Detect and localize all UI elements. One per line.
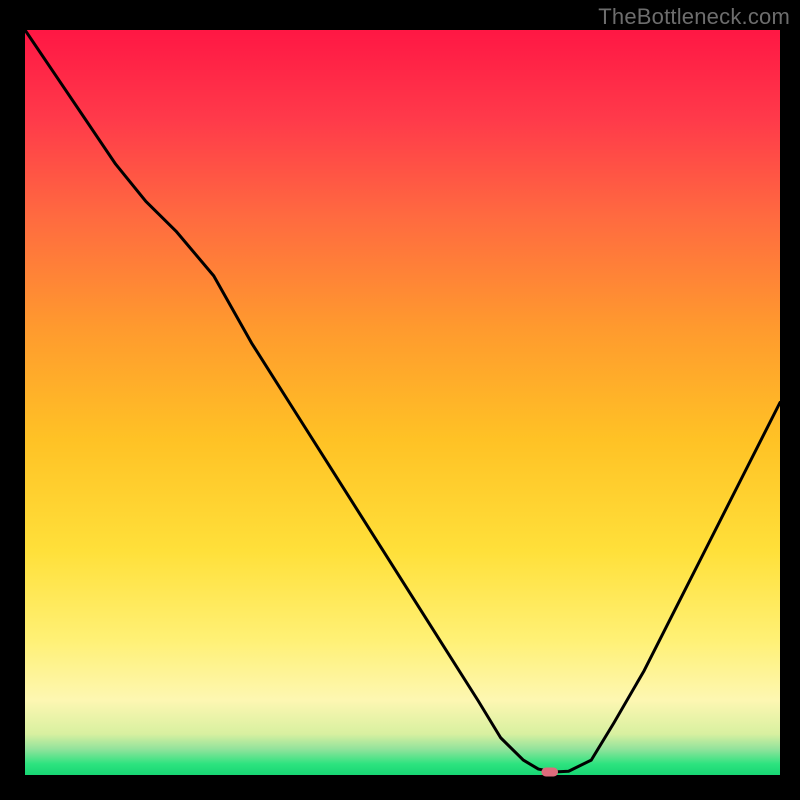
bottleneck-chart — [0, 0, 800, 800]
watermark-text: TheBottleneck.com — [598, 4, 790, 30]
chart-container: TheBottleneck.com — [0, 0, 800, 800]
plot-background — [25, 30, 780, 775]
minimum-marker — [541, 768, 558, 777]
